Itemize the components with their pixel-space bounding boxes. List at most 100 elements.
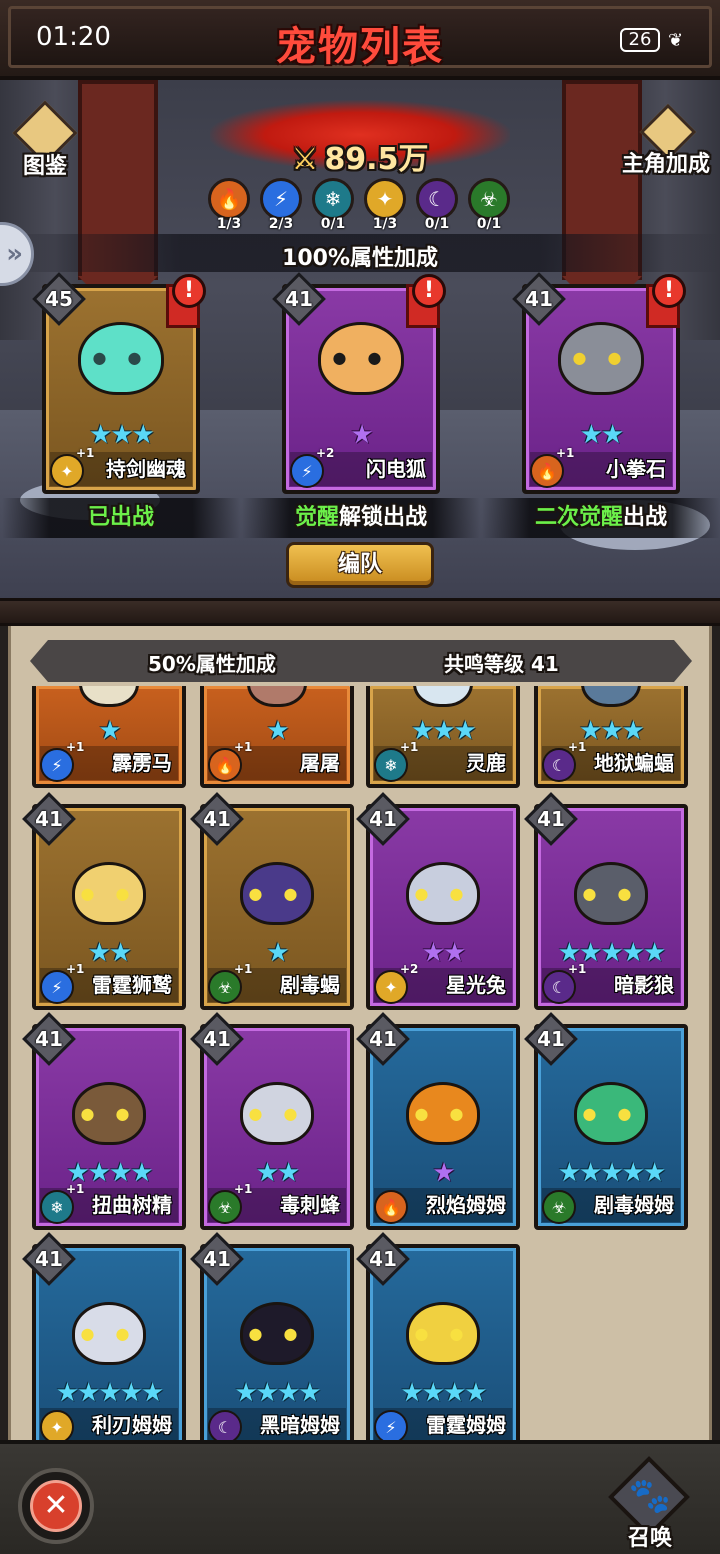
poison-element-icon: ☣ bbox=[468, 178, 510, 220]
status-text: 觉醒 bbox=[294, 505, 339, 530]
pet-card[interactable]: ● ● ★ 剧毒蝎 ☣ +1 41 bbox=[190, 792, 354, 1010]
team-button[interactable]: 编队 bbox=[286, 542, 434, 588]
top-bar: 01:20 宠物列表 26 ❦ bbox=[0, 0, 720, 80]
pet-eyes: ● ● bbox=[248, 1104, 306, 1124]
close-button[interactable]: ✕ bbox=[18, 1468, 94, 1544]
panel-divider bbox=[0, 598, 720, 626]
level-value: 45 bbox=[45, 287, 73, 311]
poison-element-icon: ☣ bbox=[542, 1190, 576, 1224]
star-rating: ★★★ bbox=[411, 716, 477, 746]
pet-name: 利刃姆姆 bbox=[92, 1413, 172, 1437]
level-badge: 41 bbox=[22, 792, 76, 846]
close-icon: ✕ bbox=[30, 1480, 82, 1532]
lightning-element-icon: ⚡ bbox=[260, 178, 302, 220]
pet-card[interactable]: ● ● ★ 烈焰姆姆 🔥 41 bbox=[356, 1012, 520, 1230]
plus-badge: +2 bbox=[400, 962, 419, 976]
pet-eyes: ● ● bbox=[332, 347, 390, 367]
pet-eyes: ● ● bbox=[582, 884, 640, 904]
level-value: 41 bbox=[35, 1247, 63, 1271]
bottom-bar: ✕ 🐾 召唤 bbox=[0, 1440, 720, 1554]
dark-element-icon: ☾ bbox=[208, 1410, 242, 1442]
status-text: 解锁出战 bbox=[339, 505, 428, 530]
power-value: 89.5万 bbox=[324, 142, 429, 177]
pet-name: 剧毒姆姆 bbox=[594, 1193, 674, 1217]
fire-element-icon: 🔥 bbox=[208, 178, 250, 220]
ice-element-icon: ❄ bbox=[312, 178, 354, 220]
level-badge: 41 bbox=[524, 1012, 578, 1066]
dark-element-icon: ☾ bbox=[416, 178, 458, 220]
pet-name: 黑暗姆姆 bbox=[260, 1413, 340, 1437]
pet-name: 地狱蝙蝠 bbox=[594, 751, 674, 775]
summon-label: 召唤 bbox=[627, 1526, 672, 1551]
level-value: 41 bbox=[35, 1027, 63, 1051]
pet-card[interactable]: ● ● ★★★★ 黑暗姆姆 ☾ 41 bbox=[190, 1232, 354, 1442]
pet-name: 星光兔 bbox=[446, 973, 506, 997]
alert-icon: ! bbox=[172, 274, 206, 308]
level-value: 41 bbox=[35, 807, 63, 831]
level-badge: 41 bbox=[22, 1012, 76, 1066]
pet-card[interactable]: ● ● ★★ 星光兔 ✦ +2 41 bbox=[356, 792, 520, 1010]
pet-card[interactable]: ● ● ★★★★★ 剧毒姆姆 ☣ 41 bbox=[524, 1012, 688, 1230]
pet-name: 霹雳马 bbox=[112, 751, 172, 775]
pet-card[interactable]: ● ● ★★★★★ 暗影狼 ☾ +1 41 bbox=[524, 792, 688, 1010]
status-text: 已出战 bbox=[87, 505, 154, 530]
pet-eyes: ● ● bbox=[80, 884, 138, 904]
level-badge: 41 bbox=[524, 792, 578, 846]
pet-card[interactable]: ● ● ★★★★ 扭曲树精 ❄ +1 41 bbox=[22, 1012, 186, 1230]
star-rating: ★ bbox=[432, 1158, 455, 1188]
pet-card[interactable]: ★★★ 灵鹿 ❄ +1 bbox=[366, 686, 520, 788]
plus-badge: +1 bbox=[66, 740, 85, 754]
fire-element-icon: 🔥 bbox=[374, 1190, 408, 1224]
element-count: 0/1 bbox=[424, 216, 450, 232]
pet-card[interactable]: ● ● ★★★★★ 利刃姆姆 ✦ 41 bbox=[22, 1232, 186, 1442]
star-rating: ★★★★ bbox=[400, 1378, 487, 1408]
pet-card[interactable]: ● ● ★★★ 持剑幽魂 ✦ +1 45! bbox=[32, 272, 206, 494]
level-value: 41 bbox=[369, 1247, 397, 1271]
level-value: 41 bbox=[537, 1027, 565, 1051]
pet-card[interactable]: ★ 霹雳马 ⚡ +1 bbox=[32, 686, 186, 788]
plus-badge: +1 bbox=[400, 740, 419, 754]
element-counter: ⚡ 2/3 bbox=[258, 178, 304, 238]
level-badge: 45 bbox=[32, 272, 86, 326]
plus-badge: +1 bbox=[234, 1182, 253, 1196]
plus-badge: +1 bbox=[556, 446, 575, 460]
pet-card[interactable]: ● ● ★★ 雷霆狮鹫 ⚡ +1 41 bbox=[22, 792, 186, 1010]
pet-card[interactable]: ● ● ★★ 毒刺蜂 ☣ +1 41 bbox=[190, 1012, 354, 1230]
plus-badge: +1 bbox=[66, 962, 85, 976]
plus-badge: +1 bbox=[76, 446, 95, 460]
pet-name: 剧毒蝎 bbox=[280, 973, 340, 997]
plus-badge: +1 bbox=[234, 962, 253, 976]
level-value: 41 bbox=[285, 287, 313, 311]
level-value: 41 bbox=[203, 1247, 231, 1271]
plus-badge: +2 bbox=[316, 446, 335, 460]
summon-button[interactable]: 🐾 召唤 bbox=[607, 1455, 692, 1554]
pet-eyes: ● ● bbox=[80, 1324, 138, 1344]
battery-indicator: 26 bbox=[620, 28, 660, 52]
pet-grid[interactable]: ★ 霹雳马 ⚡ +1 ★ 屠屠 🔥 +1 ★★★ 灵鹿 ❄ +1 ★★★ 地狱蝙蝠 ☾ +1 ● ● ★★ 雷霆狮鹫… bbox=[0, 686, 720, 1442]
pet-card[interactable]: ● ● ★★★★ 雷霆姆姆 ⚡ 41 bbox=[356, 1232, 520, 1442]
pet-card[interactable]: ★★★ 地狱蝙蝠 ☾ +1 bbox=[534, 686, 688, 788]
deploy-status: 二次觉醒出战 bbox=[482, 498, 720, 538]
level-value: 41 bbox=[525, 287, 553, 311]
element-count: 0/1 bbox=[476, 216, 502, 232]
resonance-level: 共鸣等级 41 bbox=[444, 652, 559, 676]
level-badge: 41 bbox=[512, 272, 566, 326]
plus-badge: +1 bbox=[66, 1182, 85, 1196]
star-rating: ★★★ bbox=[579, 716, 645, 746]
level-badge: 41 bbox=[190, 792, 244, 846]
element-counter: ❄ 0/1 bbox=[310, 178, 356, 238]
deploy-status: 已出战 bbox=[2, 498, 240, 538]
status-text: 出战 bbox=[623, 505, 668, 530]
star-rating: ★★★★★ bbox=[557, 1158, 667, 1188]
element-count: 1/3 bbox=[216, 216, 242, 232]
pet-card[interactable]: ● ● ★★ 小拳石 🔥 +1 41! bbox=[512, 272, 686, 494]
pet-card[interactable]: ● ● ★ 闪电狐 ⚡ +2 41! bbox=[272, 272, 446, 494]
pet-eyes: ● ● bbox=[248, 1324, 306, 1344]
star-rating: ★ bbox=[98, 716, 121, 746]
pet-name: 屠屠 bbox=[300, 751, 340, 775]
plus-badge: +1 bbox=[568, 740, 587, 754]
level-value: 41 bbox=[537, 807, 565, 831]
leaf-icon: ❦ bbox=[668, 30, 684, 51]
pet-card[interactable]: ★ 屠屠 🔥 +1 bbox=[200, 686, 354, 788]
element-count: 1/3 bbox=[372, 216, 398, 232]
